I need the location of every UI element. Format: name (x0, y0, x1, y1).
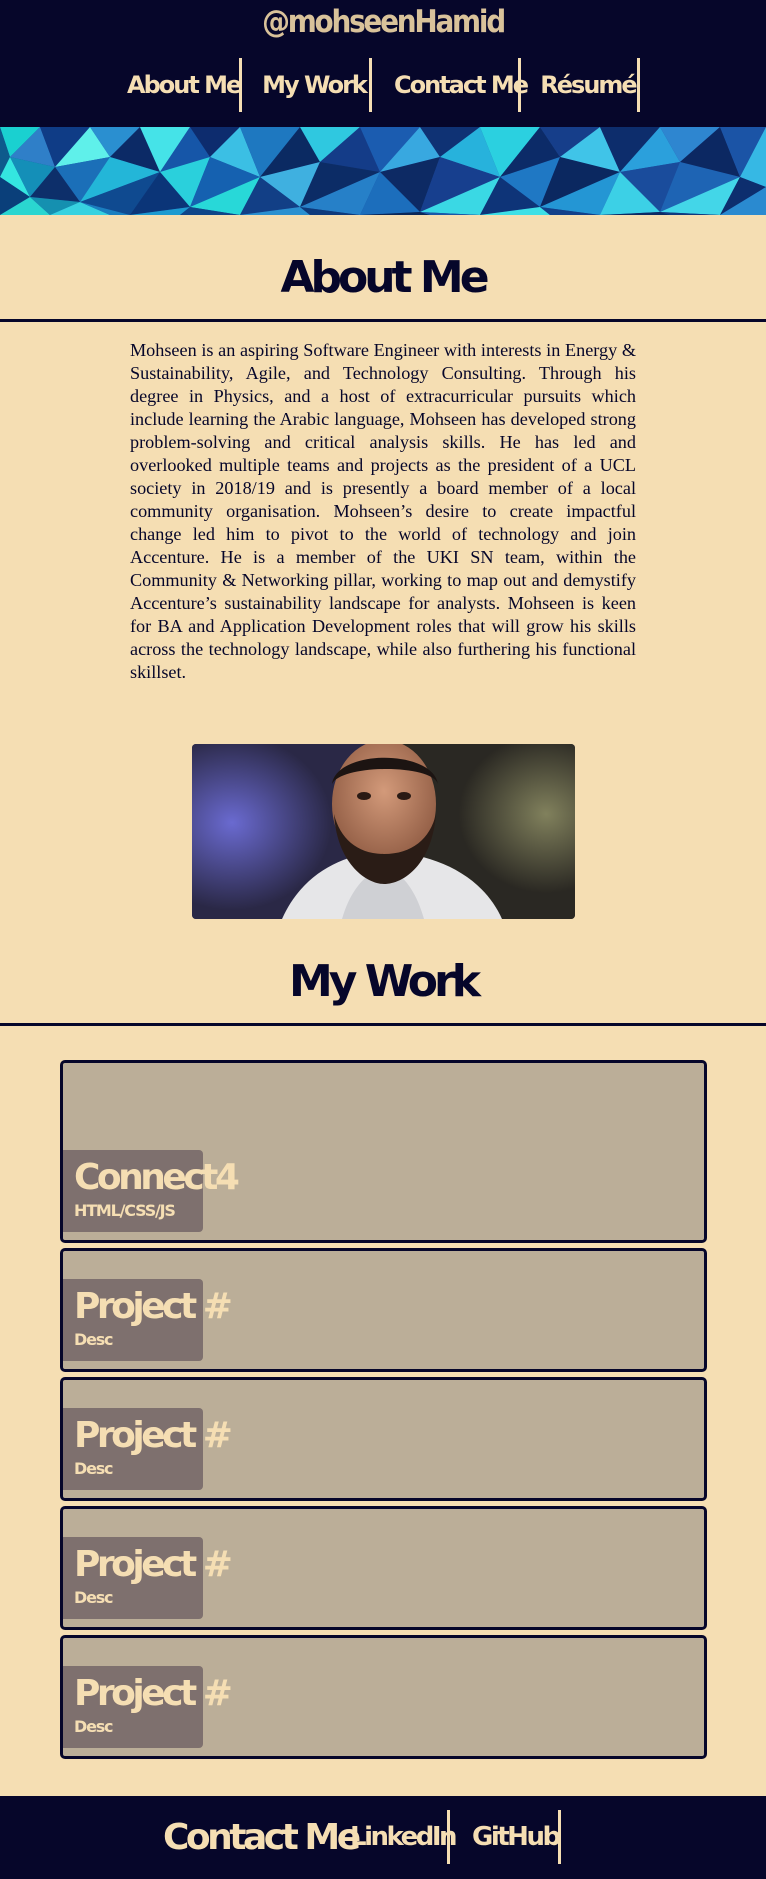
project-card-label: Project # Desc (63, 1408, 233, 1490)
project-card[interactable]: Project # Desc (60, 1506, 707, 1630)
project-card[interactable]: Project # Desc (60, 1248, 707, 1372)
site-title: @mohseenHamid (262, 4, 506, 40)
site-header: @mohseenHamid About Me My Work Contact M… (0, 0, 766, 127)
footer-link-divider (447, 1810, 450, 1864)
project-desc: Desc (74, 1717, 114, 1736)
nav-item-about-me[interactable]: About Me (127, 58, 242, 112)
section-divider (0, 319, 766, 322)
project-card-label: Project # Desc (63, 1279, 233, 1361)
project-card-label: Project # Desc (63, 1537, 233, 1619)
nav-divider (369, 58, 372, 112)
project-title: Connect4 (74, 1157, 240, 1198)
project-desc: Desc (74, 1330, 114, 1349)
about-section-title: About Me (280, 252, 489, 303)
main-nav: About Me My Work Contact Me Résumé (0, 58, 766, 112)
nav-divider (637, 58, 640, 112)
site-footer: Contact Me LinkedIn GitHub (0, 1796, 766, 1879)
nav-divider (239, 58, 242, 112)
nav-item-my-work[interactable]: My Work (262, 58, 368, 112)
project-desc: Desc (74, 1588, 114, 1607)
project-title: Project # (74, 1286, 233, 1327)
project-card-label: Connect4 HTML/CSS/JS (63, 1150, 240, 1232)
project-title: Project # (74, 1673, 233, 1714)
work-section-title: My Work (289, 956, 481, 1007)
linkedin-link[interactable]: LinkedIn (350, 1810, 458, 1864)
project-title: Project # (74, 1544, 233, 1585)
project-card[interactable]: Project # Desc (60, 1377, 707, 1501)
project-title: Project # (74, 1415, 233, 1456)
footer-link-divider (558, 1810, 561, 1864)
nav-item-resume[interactable]: Résumé (540, 58, 637, 112)
project-card-label: Project # Desc (63, 1666, 233, 1748)
project-card-connect4[interactable]: Connect4 HTML/CSS/JS (60, 1060, 707, 1243)
project-card[interactable]: Project # Desc (60, 1635, 707, 1759)
section-divider (0, 1023, 766, 1026)
nav-divider (518, 58, 521, 112)
about-bio-text: Mohseen is an aspiring Software Engineer… (130, 340, 636, 682)
footer-title: Contact Me (163, 1817, 361, 1858)
header-banner-image (0, 127, 766, 215)
project-desc: HTML/CSS/JS (74, 1201, 176, 1220)
github-link[interactable]: GitHub (472, 1810, 561, 1864)
nav-item-contact-me[interactable]: Contact Me (394, 58, 529, 112)
profile-photo (192, 744, 575, 919)
project-desc: Desc (74, 1459, 114, 1478)
